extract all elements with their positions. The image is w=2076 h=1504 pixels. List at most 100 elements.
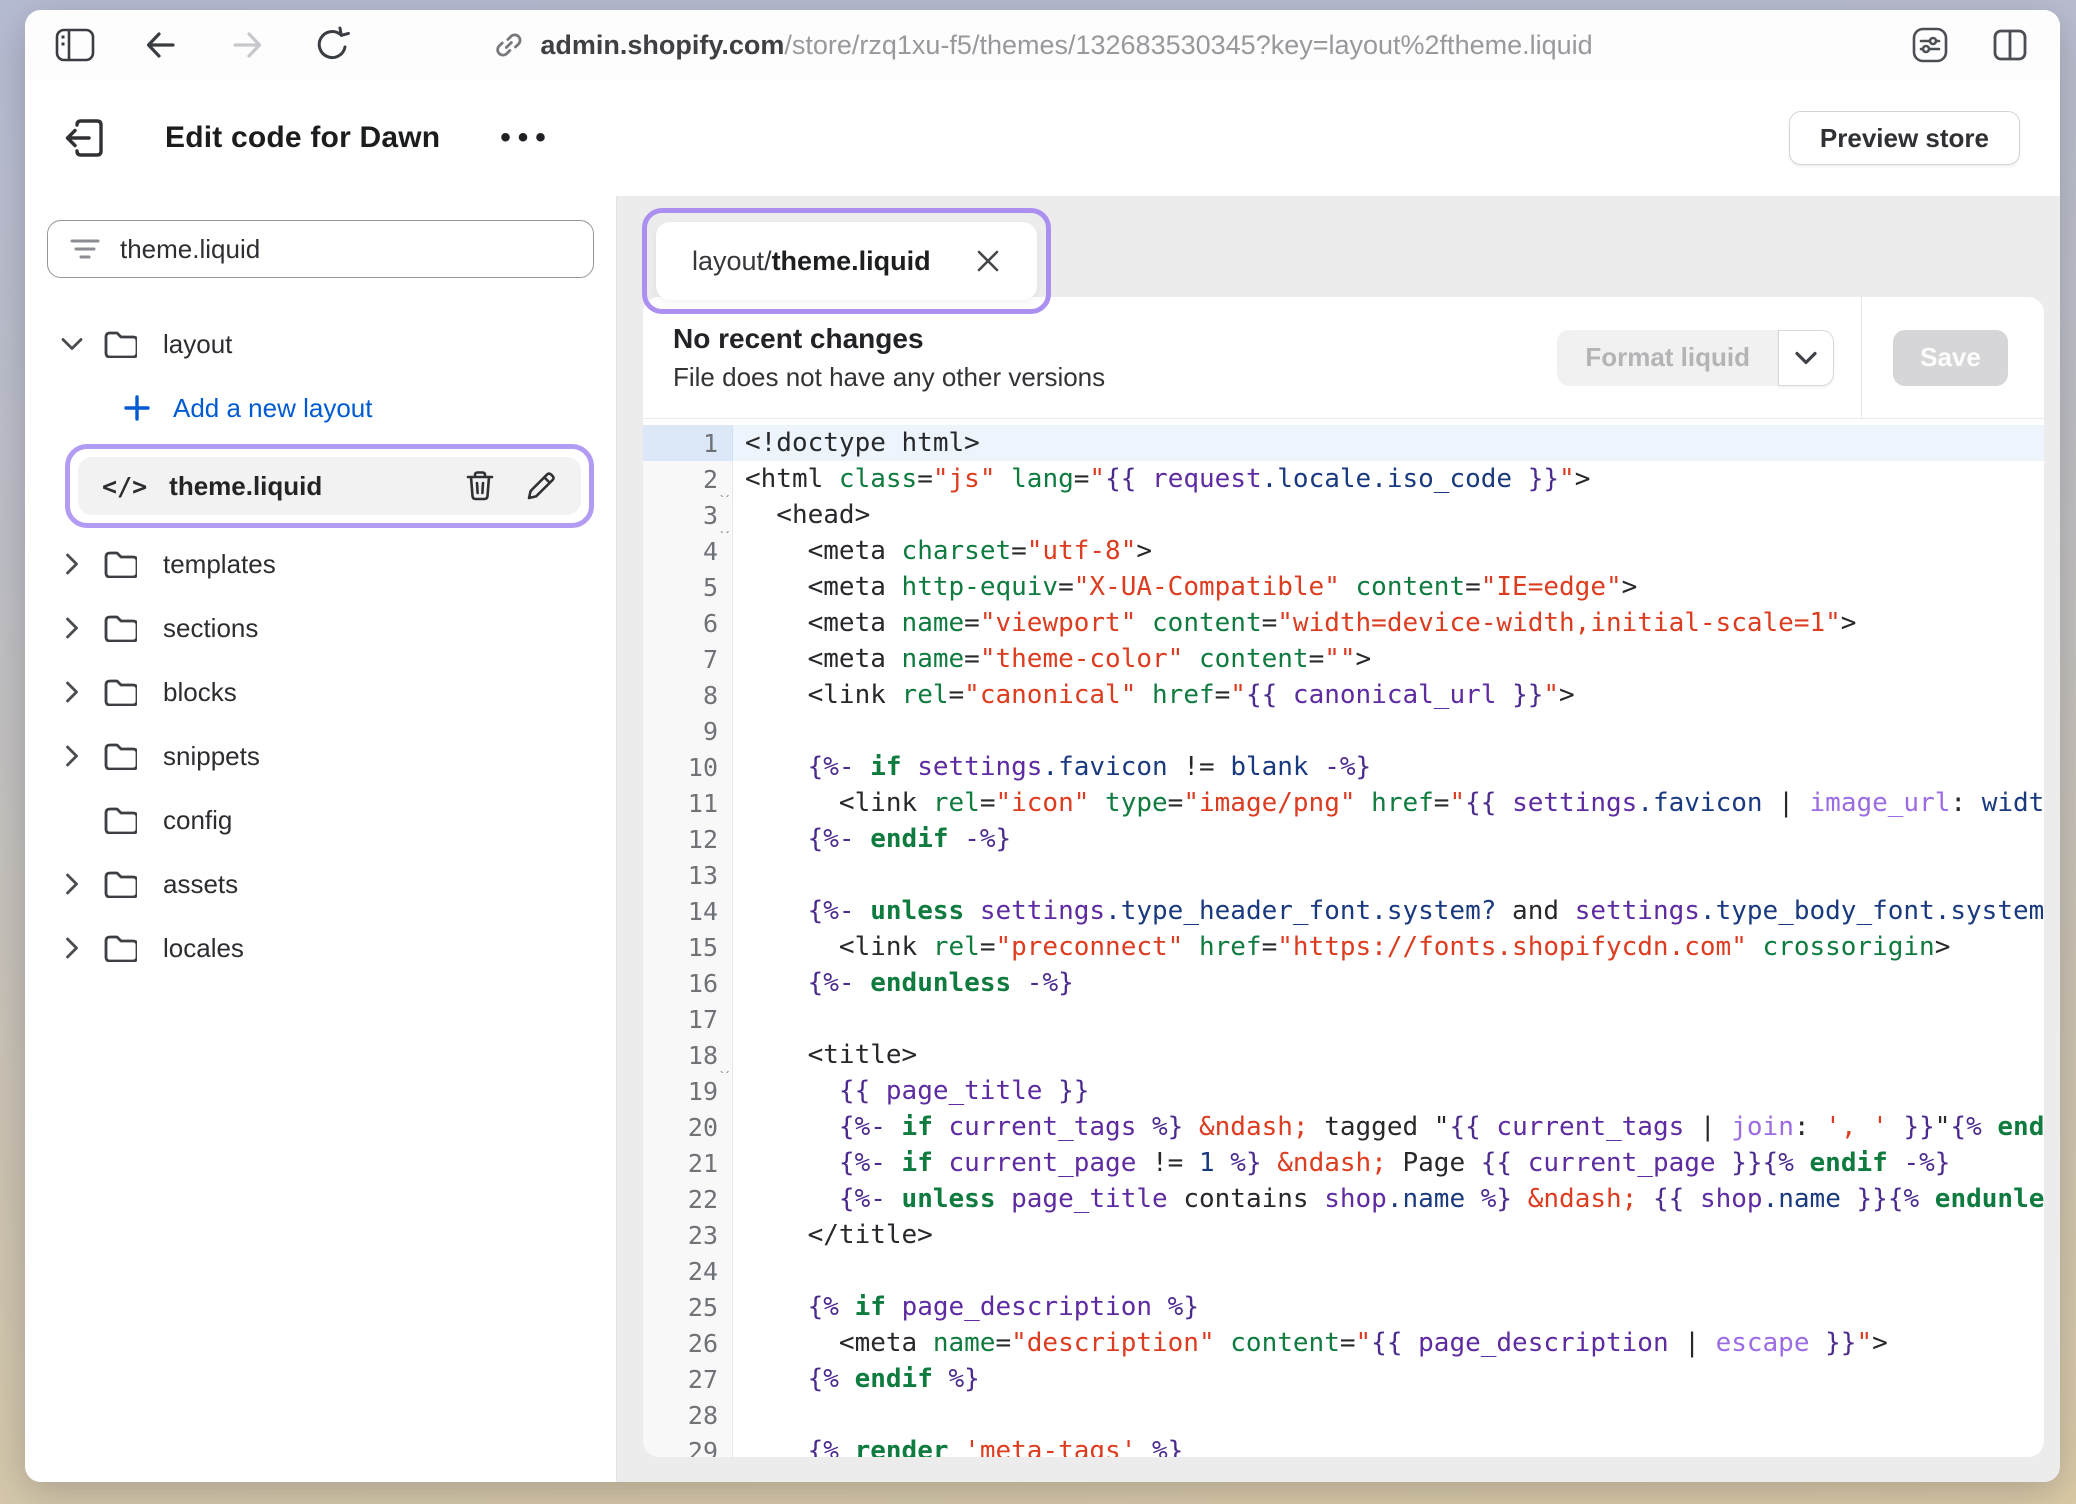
code-line-14[interactable]: 14 {%- unless settings.type_header_font.…: [643, 893, 2044, 929]
chevron-right-icon[interactable]: [59, 744, 85, 768]
add-new-layout-label: Add a new layout: [173, 393, 372, 424]
line-number: 25: [643, 1289, 733, 1325]
delete-file-icon[interactable]: [465, 470, 495, 502]
code-line-21[interactable]: 21 {%- if current_page != 1 %} &ndash; P…: [643, 1145, 2044, 1181]
code-line-9[interactable]: 9: [643, 713, 2044, 749]
plus-icon: [123, 394, 151, 422]
sidebar-toggle-icon[interactable]: [55, 25, 95, 65]
line-number: 13: [643, 857, 733, 893]
code-line-19[interactable]: 19 {{ page_title }}: [643, 1073, 2044, 1109]
code-line-text: <meta name="description" content="{{ pag…: [733, 1325, 2044, 1361]
chevron-right-icon[interactable]: [59, 680, 85, 704]
sidebar-folder-assets[interactable]: assets: [47, 852, 594, 916]
chevron-down-icon[interactable]: [59, 336, 85, 352]
sidebar-file-theme-liquid[interactable]: </>theme.liquid: [78, 457, 581, 515]
reload-icon[interactable]: [313, 25, 353, 65]
chevron-right-icon[interactable]: [59, 872, 85, 896]
file-filter-field[interactable]: [47, 220, 594, 278]
code-line-text: [733, 1001, 2044, 1037]
code-line-24[interactable]: 24: [643, 1253, 2044, 1289]
sidebar-folder-snippets[interactable]: snippets: [47, 724, 594, 788]
line-number: 18⌄: [643, 1037, 733, 1073]
folder-label: locales: [163, 933, 244, 964]
preview-store-button[interactable]: Preview store: [1789, 111, 2020, 165]
code-line-7[interactable]: 7 <meta name="theme-color" content="">: [643, 641, 2044, 677]
code-line-13[interactable]: 13: [643, 857, 2044, 893]
code-line-18[interactable]: 18⌄ <title>: [643, 1037, 2044, 1073]
code-line-26[interactable]: 26 <meta name="description" content="{{ …: [643, 1325, 2044, 1361]
back-icon[interactable]: [141, 25, 181, 65]
code-line-27[interactable]: 27 {% endif %}: [643, 1361, 2044, 1397]
tab-label: layout/theme.liquid: [692, 246, 931, 277]
code-line-12[interactable]: 12 {%- endif -%}: [643, 821, 2044, 857]
folder-label: config: [163, 805, 232, 836]
code-line-text: [733, 857, 2044, 893]
code-line-29[interactable]: 29 {% render 'meta-tags' %}: [643, 1433, 2044, 1457]
file-filter-input[interactable]: [120, 234, 571, 265]
active-tab-highlight: layout/theme.liquid: [642, 208, 1051, 314]
chevron-right-icon[interactable]: [59, 552, 85, 576]
line-number: 14: [643, 893, 733, 929]
save-button[interactable]: Save: [1893, 330, 2008, 386]
tab-theme-liquid[interactable]: layout/theme.liquid: [656, 222, 1037, 300]
sidebar-folder-config[interactable]: config: [47, 788, 594, 852]
code-line-25[interactable]: 25 {% if page_description %}: [643, 1289, 2044, 1325]
folder-label: snippets: [163, 741, 260, 772]
more-actions-button[interactable]: •••: [500, 121, 553, 155]
chevron-right-icon[interactable]: [59, 616, 85, 640]
forward-icon[interactable]: [227, 25, 267, 65]
code-line-3[interactable]: 3⌄ <head>: [643, 497, 2044, 533]
code-editor[interactable]: 1<!doctype html>2⌄<html class="js" lang=…: [643, 419, 2044, 1457]
code-line-text: {%- if settings.favicon != blank -%}: [733, 749, 2044, 785]
split-view-icon[interactable]: [1990, 25, 2030, 65]
code-line-6[interactable]: 6 <meta name="viewport" content="width=d…: [643, 605, 2044, 641]
code-line-23[interactable]: 23 </title>: [643, 1217, 2044, 1253]
code-line-1[interactable]: 1<!doctype html>: [643, 425, 2044, 461]
code-line-11[interactable]: 11 <link rel="icon" type="image/png" hre…: [643, 785, 2044, 821]
line-number: 12: [643, 821, 733, 857]
filter-icon: [70, 237, 100, 261]
exit-editor-icon[interactable]: [61, 114, 109, 162]
code-line-22[interactable]: 22 {%- unless page_title contains shop.n…: [643, 1181, 2044, 1217]
code-line-text: {{ page_title }}: [733, 1073, 2044, 1109]
format-dropdown-button[interactable]: [1778, 330, 1834, 386]
rename-file-icon[interactable]: [525, 470, 557, 502]
folder-icon: [103, 550, 137, 578]
code-line-17[interactable]: 17: [643, 1001, 2044, 1037]
code-line-16[interactable]: 16 {%- endunless -%}: [643, 965, 2044, 1001]
close-tab-icon[interactable]: [975, 248, 1001, 274]
add-new-layout-link[interactable]: Add a new layout: [47, 376, 594, 440]
sidebar-folder-blocks[interactable]: blocks: [47, 660, 594, 724]
code-line-4[interactable]: 4 <meta charset="utf-8">: [643, 533, 2044, 569]
format-liquid-label[interactable]: Format liquid: [1557, 330, 1778, 386]
code-line-text: </title>: [733, 1217, 2044, 1253]
folder-icon: [103, 934, 137, 962]
code-line-5[interactable]: 5 <meta http-equiv="X-UA-Compatible" con…: [643, 569, 2044, 605]
page-settings-icon[interactable]: [1910, 25, 1950, 65]
code-line-10[interactable]: 10 {%- if settings.favicon != blank -%}: [643, 749, 2044, 785]
line-number: 8: [643, 677, 733, 713]
line-number: 23: [643, 1217, 733, 1253]
code-line-8[interactable]: 8 <link rel="canonical" href="{{ canonic…: [643, 677, 2044, 713]
code-line-text: {% endif %}: [733, 1361, 2044, 1397]
line-number: 2⌄: [643, 461, 733, 497]
code-line-text: <link rel="canonical" href="{{ canonical…: [733, 677, 2044, 713]
sidebar-folder-sections[interactable]: sections: [47, 596, 594, 660]
code-line-text: <meta http-equiv="X-UA-Compatible" conte…: [733, 569, 2044, 605]
sidebar-folder-layout[interactable]: layout: [47, 312, 594, 376]
code-line-text: {%- endunless -%}: [733, 965, 2044, 1001]
chevron-right-icon[interactable]: [59, 936, 85, 960]
line-number: 3⌄: [643, 497, 733, 533]
line-number: 19: [643, 1073, 733, 1109]
folder-label: templates: [163, 549, 276, 580]
code-line-text: {% if page_description %}: [733, 1289, 2044, 1325]
address-bar[interactable]: admin.shopify.com/store/rzq1xu-f5/themes…: [492, 29, 1592, 61]
code-line-2[interactable]: 2⌄<html class="js" lang="{{ request.loca…: [643, 461, 2044, 497]
code-line-text: <meta charset="utf-8">: [733, 533, 2044, 569]
sidebar-folder-templates[interactable]: templates: [47, 532, 594, 596]
code-line-15[interactable]: 15 <link rel="preconnect" href="https://…: [643, 929, 2044, 965]
code-line-28[interactable]: 28: [643, 1397, 2044, 1433]
sidebar-folder-locales[interactable]: locales: [47, 916, 594, 980]
folder-label: blocks: [163, 677, 237, 708]
code-line-20[interactable]: 20 {%- if current_tags %} &ndash; tagged…: [643, 1109, 2044, 1145]
